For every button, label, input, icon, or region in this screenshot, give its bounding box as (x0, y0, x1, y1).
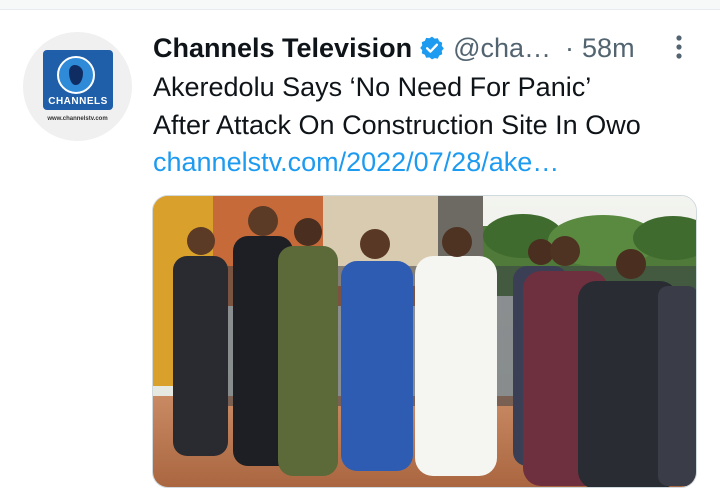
globe-icon (57, 56, 95, 94)
avatar[interactable]: CHANNELS www.channelstv.com (23, 32, 132, 141)
africa-shape (69, 65, 83, 85)
tweet-photo[interactable] (152, 195, 697, 488)
author-handle[interactable]: @cha… (453, 33, 551, 64)
top-divider (0, 0, 720, 10)
separator-dot: · (565, 32, 575, 63)
photo-scene (153, 196, 696, 487)
channels-logo: CHANNELS (43, 50, 113, 110)
logo-wordmark: CHANNELS (48, 96, 108, 107)
more-vertical-icon[interactable] (668, 32, 690, 62)
logo-url: www.channelstv.com (47, 116, 108, 122)
author-name[interactable]: Channels Television (153, 33, 412, 64)
verified-badge-icon (420, 36, 444, 60)
tweet-header: Channels Television @cha… · 58m (153, 30, 635, 66)
tweet-text-line-2: After Attack On Construction Site In Owo (153, 110, 641, 140)
tweet-text-line-1: Akeredolu Says ‘No Need For Panic’ (153, 72, 592, 102)
tweet-link[interactable]: channelstv.com/2022/07/28/ake… (153, 147, 559, 178)
timestamp[interactable]: 58m (582, 33, 635, 64)
